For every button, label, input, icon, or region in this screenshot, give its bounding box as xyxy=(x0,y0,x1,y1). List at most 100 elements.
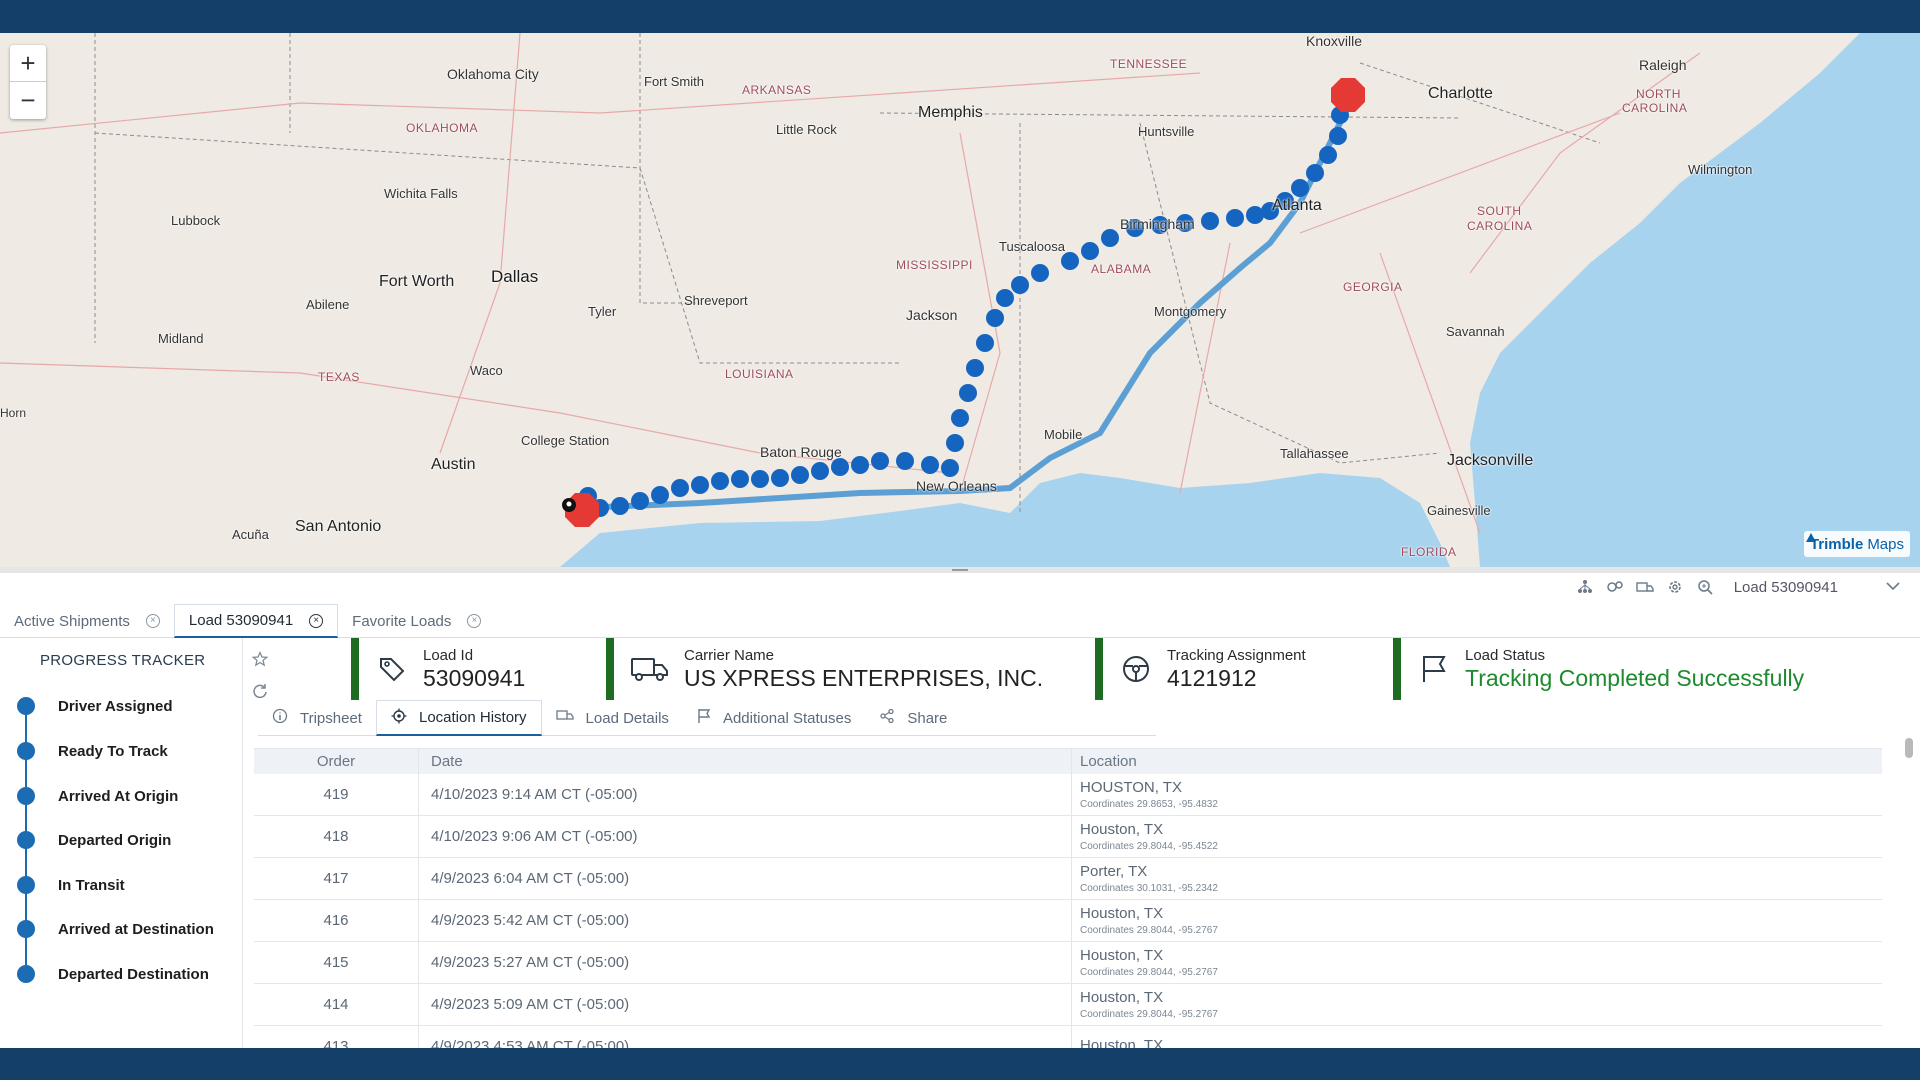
table-scrollbar[interactable] xyxy=(1905,736,1913,1048)
route-dot[interactable] xyxy=(711,472,729,490)
route-dot[interactable] xyxy=(896,452,914,470)
tab-location-history[interactable]: Location History xyxy=(375,700,542,736)
route-dot[interactable] xyxy=(921,456,939,474)
route-dot[interactable] xyxy=(1291,179,1309,197)
step-label: Arrived At Origin xyxy=(58,787,179,805)
close-icon[interactable]: × xyxy=(309,613,324,628)
location-coords: Coordinates 29.8044, -95.2767 xyxy=(1080,1009,1218,1020)
route-dot[interactable] xyxy=(671,479,689,497)
route-dot[interactable] xyxy=(1031,264,1049,282)
route-dot[interactable] xyxy=(1201,212,1219,230)
step-dot xyxy=(17,876,35,894)
settings-group-icon[interactable] xyxy=(1606,578,1624,596)
zoom-search-icon[interactable] xyxy=(1696,578,1714,596)
route-dot[interactable] xyxy=(986,309,1004,327)
route-dot[interactable] xyxy=(1329,127,1347,145)
info-icon xyxy=(272,708,288,728)
hierarchy-icon[interactable] xyxy=(1576,578,1594,596)
map-label-city: Atlanta xyxy=(1272,197,1322,214)
route-dot[interactable] xyxy=(851,456,869,474)
chevron-down-icon[interactable] xyxy=(1886,578,1900,596)
origin-stop-marker[interactable] xyxy=(562,493,599,527)
route-dot[interactable] xyxy=(811,462,829,480)
card-accent-bar xyxy=(1393,638,1401,700)
route-dot[interactable] xyxy=(1306,164,1324,182)
map-label-city: Knoxville xyxy=(1306,33,1363,49)
destination-stop-marker[interactable] xyxy=(1331,78,1365,112)
scrollbar-thumb[interactable] xyxy=(1905,738,1913,758)
tab-active-shipments[interactable]: Active Shipments × xyxy=(0,604,174,638)
attribution-product: Maps xyxy=(1867,535,1904,553)
route-dot[interactable] xyxy=(831,458,849,476)
route-dot[interactable] xyxy=(791,466,809,484)
gear-icon[interactable] xyxy=(1666,578,1684,596)
route-dot[interactable] xyxy=(1011,276,1029,294)
route-dot[interactable] xyxy=(946,434,964,452)
tab-share[interactable]: Share xyxy=(865,700,961,736)
route-map[interactable]: Oklahoma City Fort Smith ARKANSAS Memphi… xyxy=(0,33,1920,567)
tab-additional-statuses[interactable]: Additional Statuses xyxy=(683,700,865,736)
route-dot[interactable] xyxy=(771,469,789,487)
map-label-state: OKLAHOMA xyxy=(406,121,479,135)
route-dot[interactable] xyxy=(731,470,749,488)
route-dot[interactable] xyxy=(951,409,969,427)
map-attribution[interactable]: Trimble Maps xyxy=(1803,531,1910,557)
route-dot[interactable] xyxy=(1061,252,1079,270)
tab-load-details[interactable]: Load Details xyxy=(542,700,683,736)
tab-tripsheet[interactable]: Tripsheet xyxy=(258,700,376,736)
route-dot[interactable] xyxy=(1319,146,1337,164)
column-header-date[interactable]: Date xyxy=(419,749,1072,774)
table-row[interactable]: 413 4/9/2023 4:53 AM CT (-05:00) Houston… xyxy=(254,1026,1882,1048)
route-dot[interactable] xyxy=(1226,209,1244,227)
route-dot[interactable] xyxy=(1081,242,1099,260)
route-dot[interactable] xyxy=(631,492,649,510)
map-label-city: Gainesville xyxy=(1427,503,1491,518)
map-label-city: Horn xyxy=(0,406,27,420)
cell-order: 414 xyxy=(254,984,419,1025)
table-row[interactable]: 416 4/9/2023 5:42 AM CT (-05:00) Houston… xyxy=(254,900,1882,942)
close-icon[interactable]: × xyxy=(145,614,160,628)
table-row[interactable]: 417 4/9/2023 6:04 AM CT (-05:00) Porter,… xyxy=(254,858,1882,900)
table-row[interactable]: 415 4/9/2023 5:27 AM CT (-05:00) Houston… xyxy=(254,942,1882,984)
step-dot xyxy=(17,787,35,805)
route-dot[interactable] xyxy=(871,452,889,470)
cell-order: 417 xyxy=(254,858,419,899)
column-header-location[interactable]: Location xyxy=(1072,749,1882,774)
map-label-state: TEXAS xyxy=(318,370,360,384)
route-dot[interactable] xyxy=(959,384,977,402)
route-dot[interactable] xyxy=(941,459,959,477)
route-dot[interactable] xyxy=(966,359,984,377)
zoom-out-button[interactable]: − xyxy=(10,82,46,119)
tab-favorite-loads[interactable]: Favorite Loads × xyxy=(338,604,495,638)
location-city: Houston, TX xyxy=(1080,905,1164,922)
map-label-state: LOUISIANA xyxy=(725,367,794,381)
truck-icon[interactable] xyxy=(1636,578,1654,596)
shipment-tabs: Active Shipments × Load 53090941 × Favor… xyxy=(0,604,1920,638)
route-dot[interactable] xyxy=(611,497,629,515)
tab-load[interactable]: Load 53090941 × xyxy=(173,604,339,638)
status-card: Load Status Tracking Completed Successfu… xyxy=(1393,638,1804,700)
star-icon[interactable] xyxy=(250,643,270,675)
close-icon[interactable]: × xyxy=(467,614,482,628)
flag-icon xyxy=(1417,652,1451,686)
zoom-in-button[interactable]: + xyxy=(10,45,46,82)
trimble-logo-icon xyxy=(1805,533,1816,542)
location-coords: Coordinates 30.1031, -95.2342 xyxy=(1080,883,1218,894)
map-toolbar: Load 53090941 xyxy=(1576,576,1900,598)
cell-location: Houston, TX Coordinates 29.8044, -95.276… xyxy=(1072,984,1882,1025)
route-dot[interactable] xyxy=(1101,229,1119,247)
route-dot[interactable] xyxy=(976,334,994,352)
load-selector[interactable]: Load 53090941 xyxy=(1734,579,1838,596)
column-header-order[interactable]: Order xyxy=(254,749,419,774)
route-dot[interactable] xyxy=(691,476,709,494)
cell-location: Houston, TX Coordinates 29.8044, -95.452… xyxy=(1072,816,1882,857)
table-row[interactable]: 419 4/10/2023 9:14 AM CT (-05:00) HOUSTO… xyxy=(254,774,1882,816)
table-row[interactable]: 418 4/10/2023 9:06 AM CT (-05:00) Housto… xyxy=(254,816,1882,858)
panel-resize-handle[interactable] xyxy=(0,567,1920,573)
location-coords: Coordinates 29.8044, -95.2767 xyxy=(1080,967,1218,978)
table-row[interactable]: 414 4/9/2023 5:09 AM CT (-05:00) Houston… xyxy=(254,984,1882,1026)
carrier-name-value: US XPRESS ENTERPRISES, INC. xyxy=(684,664,1044,691)
route-dot[interactable] xyxy=(996,289,1014,307)
route-dot[interactable] xyxy=(651,486,669,504)
route-dot[interactable] xyxy=(751,470,769,488)
